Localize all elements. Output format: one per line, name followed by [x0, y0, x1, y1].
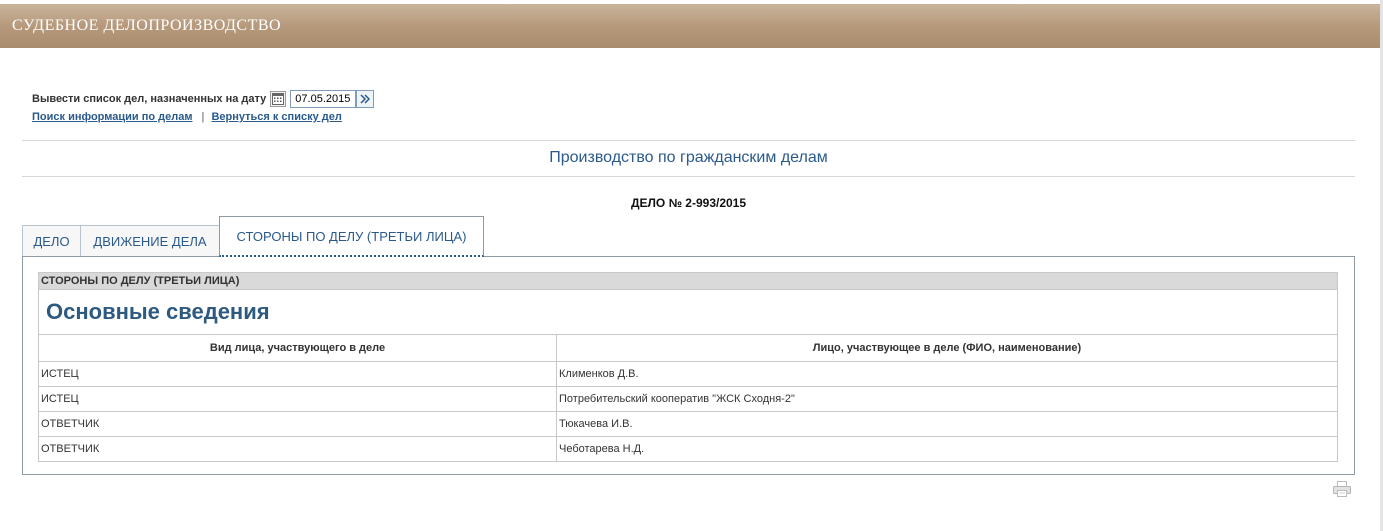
printer-icon[interactable]: [1333, 481, 1351, 497]
tab-parties[interactable]: СТОРОНЫ ПО ДЕЛУ (ТРЕТЬИ ЛИЦА): [219, 216, 484, 257]
header-bar: СУДЕБНОЕ ДЕЛОПРОИЗВОДСТВО: [0, 4, 1380, 48]
tab-parties-label: СТОРОНЫ ПО ДЕЛУ (ТРЕТЬИ ЛИЦА): [236, 228, 467, 244]
party-role: ОТВЕТЧИК: [38, 411, 557, 437]
tab-case-label: ДЕЛО: [33, 233, 70, 249]
party-role: ИСТЕЦ: [38, 361, 557, 387]
party-name: Тюкачева И.В.: [556, 411, 1338, 437]
search-cases-link[interactable]: Поиск информации по делам: [32, 111, 192, 123]
table-heading-row: Основные сведения: [38, 289, 1338, 335]
party-name: Клименков Д.В.: [556, 361, 1338, 387]
divider-top: [22, 140, 1355, 141]
date-filter-label: Вывести список дел, назначенных на дату: [32, 93, 267, 105]
table-row: ОТВЕТЧИК Чеботарева Н.Д.: [38, 436, 1338, 462]
party-name: Чеботарева Н.Д.: [556, 436, 1338, 462]
case-number: ДЕЛО № 2-993/2015: [630, 196, 747, 210]
tab-case-movement[interactable]: ДВИЖЕНИЕ ДЕЛА: [80, 225, 220, 256]
nav-links: Поиск информации по делам | Вернуться к …: [32, 111, 342, 123]
date-input[interactable]: [290, 90, 357, 108]
table-header-row: Вид лица, участвующего в деле Лицо, учас…: [38, 334, 1338, 362]
tab-case-movement-label: ДВИЖЕНИЕ ДЕЛА: [93, 233, 207, 249]
parties-table: СТОРОНЫ ПО ДЕЛУ (ТРЕТЬИ ЛИЦА) Основные с…: [38, 272, 1338, 462]
table-row: ИСТЕЦ Клименков Д.В.: [38, 361, 1338, 387]
table-caption: СТОРОНЫ ПО ДЕЛУ (ТРЕТЬИ ЛИЦА): [38, 272, 1338, 290]
date-filter: Вывести список дел, назначенных на дату: [32, 89, 375, 109]
table-row: ОТВЕТЧИК Тюкачева И.В.: [38, 411, 1338, 437]
table-caption-row: СТОРОНЫ ПО ДЕЛУ (ТРЕТЬИ ЛИЦА): [38, 272, 1338, 290]
calendar-icon[interactable]: [270, 91, 287, 107]
table-heading: Основные сведения: [38, 289, 1338, 335]
double-arrow-icon[interactable]: [356, 90, 375, 108]
back-to-list-link[interactable]: Вернуться к списку дел: [211, 111, 341, 123]
column-header-name: Лицо, участвующее в деле (ФИО, наименова…: [556, 334, 1338, 362]
party-role: ИСТЕЦ: [38, 386, 557, 412]
party-name: Потребительский кооператив "ЖСК Сходня-2…: [556, 386, 1338, 412]
column-header-role: Вид лица, участвующего в деле: [38, 334, 557, 362]
tab-case[interactable]: ДЕЛО: [22, 225, 81, 256]
divider-bottom: [22, 176, 1355, 177]
table-row: ИСТЕЦ Потребительский кооператив "ЖСК Сх…: [38, 386, 1338, 412]
party-role: ОТВЕТЧИК: [38, 436, 557, 462]
page-header-title: СУДЕБНОЕ ДЕЛОПРОИЗВОДСТВО: [12, 17, 282, 34]
section-title: Производство по гражданским делам: [549, 149, 828, 166]
link-separator: |: [201, 111, 205, 123]
